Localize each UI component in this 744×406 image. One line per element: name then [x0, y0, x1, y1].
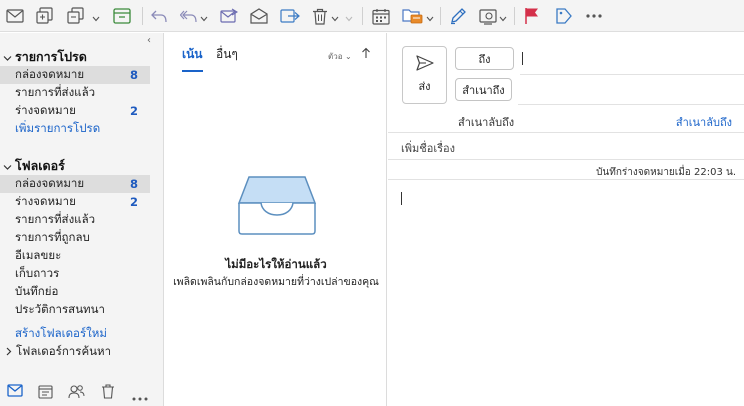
chevron-down-icon — [3, 159, 15, 174]
sidebar-item-sent[interactable]: รายการที่ส่งแล้ว — [0, 84, 150, 102]
screenshot-icon[interactable] — [479, 6, 497, 26]
sidebar-item-deleted[interactable]: รายการที่ถูกลบ — [0, 229, 150, 247]
to-button[interactable]: ถึง — [455, 47, 514, 70]
add-favorite-link[interactable]: เพิ่มรายการโปรด — [0, 120, 150, 138]
sidebar-item-label: รายการที่ส่งแล้ว — [15, 212, 96, 226]
message-list: เน้น อื่นๆ ตัวอ ⌄ ไม่มีอะไรให้อ่านแล้ว เ… — [165, 33, 387, 406]
collapse-sidebar-icon[interactable]: ‹ — [147, 35, 151, 46]
empty-inbox-illustration — [235, 173, 319, 240]
calendar-icon[interactable] — [38, 384, 53, 402]
more-icon[interactable] — [132, 390, 148, 404]
chevron-down-icon[interactable] — [92, 11, 100, 25]
sort-dropdown[interactable]: ตัวอ ⌄ — [328, 50, 352, 63]
mail-icon[interactable] — [7, 384, 23, 400]
sort-label: ตัวอ — [328, 52, 343, 61]
sidebar-item-label: ประวัติการสนทนา — [15, 302, 105, 316]
folders-header[interactable]: โฟลเดอร์ — [3, 156, 65, 176]
new-folder-link[interactable]: สร้างโฟลเดอร์ใหม่ — [0, 325, 150, 343]
sidebar-item-archive[interactable]: เก็บถาวร — [0, 265, 150, 283]
sidebar-item-notes[interactable]: บันทึกย่อ — [0, 283, 150, 301]
bcc-label: สำเนาลับถึง — [458, 116, 515, 129]
sidebar-item-sent[interactable]: รายการที่ส่งแล้ว — [0, 211, 150, 229]
send-icon — [415, 55, 434, 71]
sidebar-item-search-folders[interactable]: โฟลเดอร์การค้นหา — [0, 343, 150, 361]
sidebar: ‹ รายการโปรด กล่องจดหมาย 8 รายการที่ส่งแ… — [0, 33, 164, 406]
tab-other[interactable]: อื่นๆ — [216, 45, 238, 64]
pen-icon[interactable] — [449, 6, 467, 26]
chevron-down-icon[interactable] — [499, 11, 507, 25]
empty-title: ไม่มีอะไรให้อ่านแล้ว — [225, 257, 327, 271]
message-body[interactable] — [388, 180, 744, 406]
compose-pane: ส่ง ถึง สำเนาถึง สำเนาลับถึง สำเนาลับถึง… — [388, 33, 744, 406]
more-icon[interactable] — [585, 6, 603, 26]
sidebar-item-drafts[interactable]: ร่างจดหมาย 2 — [0, 102, 150, 120]
subject-field[interactable]: เพิ่มชื่อเรื่อง — [401, 139, 455, 157]
delete-icon[interactable] — [312, 6, 328, 26]
open-mail-icon[interactable] — [250, 6, 268, 26]
flag-icon[interactable] — [524, 6, 540, 26]
sidebar-item-label: บันทึกย่อ — [15, 284, 59, 298]
sidebar-item-label: รายการที่ถูกลบ — [15, 230, 90, 244]
to-field[interactable] — [520, 74, 744, 75]
new-items-icon[interactable] — [36, 6, 54, 26]
favorites-header[interactable]: รายการโปรด — [3, 47, 87, 67]
sidebar-item-label: กล่องจดหมาย — [15, 176, 85, 190]
tag-icon[interactable] — [555, 6, 573, 26]
sidebar-item-label: โฟลเดอร์การค้นหา — [16, 344, 112, 358]
inbox-tabs: เน้น อื่นๆ ตัวอ ⌄ — [165, 33, 387, 72]
chevron-right-icon — [6, 345, 12, 359]
delete-icon[interactable] — [101, 384, 115, 402]
people-icon[interactable] — [68, 384, 85, 402]
empty-subtitle: เพลิดเพลินกับกล่องจดหมายที่ว่างเปล่าของค… — [173, 276, 379, 288]
divider — [388, 132, 744, 133]
unread-count: 8 — [129, 177, 138, 191]
archive-icon[interactable] — [113, 6, 131, 26]
send-button[interactable]: ส่ง — [402, 46, 447, 104]
sidebar-item-label: กล่องจดหมาย — [15, 67, 85, 81]
unread-count: 2 — [129, 104, 138, 118]
sidebar-item-label: เก็บถาวร — [15, 266, 60, 280]
forward-icon[interactable] — [220, 6, 238, 26]
send-label: ส่ง — [418, 80, 431, 93]
favorites-title: รายการโปรด — [15, 49, 87, 64]
bcc-link[interactable]: สำเนาลับถึง — [676, 113, 732, 131]
tab-focused[interactable]: เน้น — [182, 45, 203, 72]
to-cursor — [522, 52, 523, 65]
sidebar-item-label: อีเมลขยะ — [15, 248, 62, 262]
sidebar-item-drafts[interactable]: ร่างจดหมาย 2 — [0, 193, 150, 211]
sidebar-item-label: ร่างจดหมาย — [15, 194, 76, 208]
chevron-down-icon[interactable] — [426, 11, 434, 25]
sidebar-item-label: ร่างจดหมาย — [15, 103, 76, 117]
mail-icon[interactable] — [6, 6, 24, 26]
calendar-icon[interactable] — [372, 6, 390, 26]
chevron-down-icon[interactable] — [331, 11, 339, 25]
toolbar — [0, 0, 744, 32]
undo-icon[interactable] — [150, 6, 168, 26]
chevron-down-icon — [345, 11, 353, 25]
undo-all-icon[interactable] — [180, 6, 198, 26]
sort-direction-icon[interactable] — [361, 47, 371, 62]
move-icon[interactable] — [280, 6, 300, 26]
app-switcher — [0, 378, 163, 406]
cc-button[interactable]: สำเนาถึง — [455, 78, 512, 101]
chevron-down-icon[interactable] — [200, 11, 208, 25]
cc-field[interactable] — [518, 104, 744, 105]
chevron-down-icon — [3, 50, 15, 65]
divider — [388, 159, 744, 160]
sidebar-item-inbox[interactable]: กล่องจดหมาย 8 — [0, 66, 150, 84]
unread-count: 8 — [129, 68, 138, 82]
folders-title: โฟลเดอร์ — [15, 158, 65, 173]
draft-saved-status: บันทึกร่างจดหมายเมื่อ 22:03 น. — [596, 167, 736, 178]
sidebar-item-label: รายการที่ส่งแล้ว — [15, 85, 96, 99]
unread-count: 2 — [129, 195, 138, 209]
sidebar-item-inbox[interactable]: กล่องจดหมาย 8 — [0, 175, 150, 193]
folder-move-icon[interactable] — [402, 6, 424, 26]
sidebar-item-junk[interactable]: อีเมลขยะ — [0, 247, 150, 265]
chevron-down-icon: ⌄ — [345, 52, 352, 61]
sidebar-item-conversation-history[interactable]: ประวัติการสนทนา — [0, 301, 150, 319]
copy-icon[interactable] — [67, 6, 85, 26]
